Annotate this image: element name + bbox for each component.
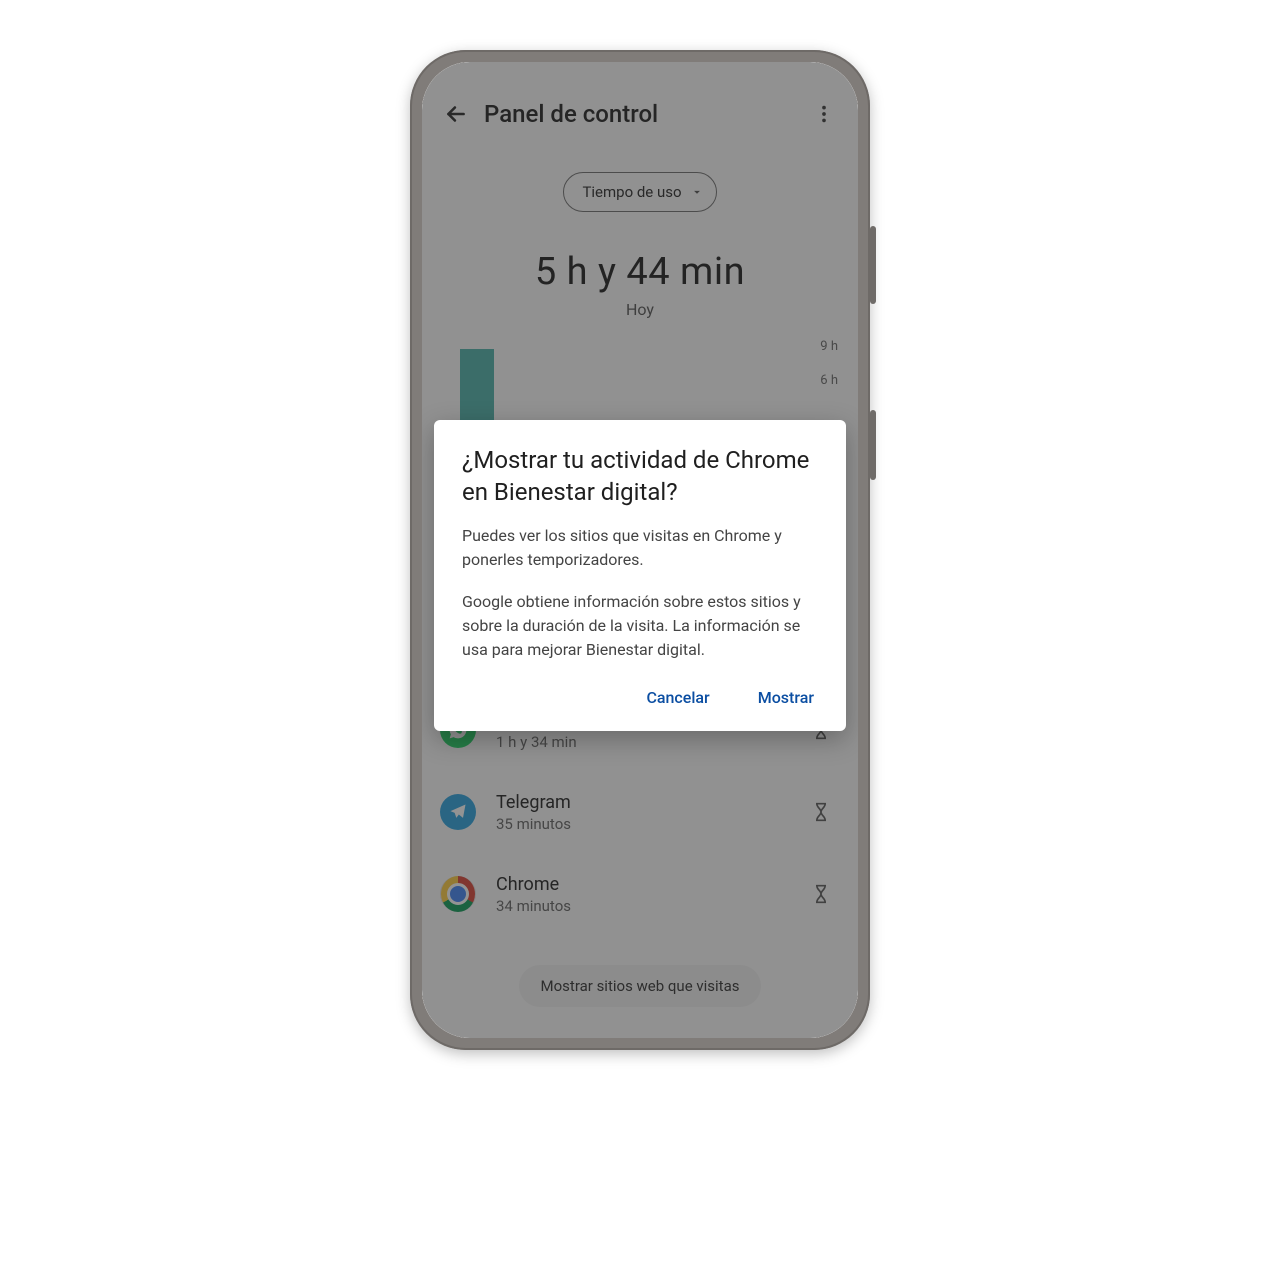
filter-chip-screen-time[interactable]: Tiempo de uso	[563, 172, 716, 212]
back-button[interactable]	[432, 90, 480, 138]
app-row-telegram[interactable]: Telegram 35 minutos	[422, 771, 858, 853]
bottom-chip-row: Mostrar sitios web que visitas	[422, 965, 858, 1007]
total-usage-time: 5 h y 44 min	[422, 250, 858, 294]
back-arrow-icon	[443, 101, 469, 127]
dialog-actions: Cancelar Mostrar	[462, 680, 818, 715]
chevron-down-icon	[690, 185, 704, 199]
chart-y-label: 9 h	[820, 339, 838, 354]
more-vert-icon	[813, 103, 835, 125]
telegram-icon	[440, 794, 476, 830]
cancel-button[interactable]: Cancelar	[642, 680, 713, 715]
confirm-button[interactable]: Mostrar	[754, 680, 818, 715]
app-bar: Panel de control	[422, 62, 858, 166]
confirm-dialog: ¿Mostrar tu actividad de Chrome en Biene…	[434, 420, 846, 731]
app-name: Chrome	[496, 874, 788, 895]
app-name: Telegram	[496, 792, 788, 813]
app-row-chrome[interactable]: Chrome 34 minutos	[422, 853, 858, 935]
dialog-body-paragraph: Google obtiene información sobre estos s…	[462, 590, 818, 662]
filter-chip-label: Tiempo de uso	[582, 183, 681, 201]
set-timer-button[interactable]	[808, 881, 834, 907]
chart-y-label: 6 h	[820, 373, 838, 388]
app-duration: 34 minutos	[496, 897, 788, 915]
dialog-title: ¿Mostrar tu actividad de Chrome en Biene…	[462, 444, 818, 508]
dialog-body: Puedes ver los sitios que visitas en Chr…	[462, 524, 818, 662]
phone-frame: Panel de control Tiempo de uso 5 h y 44 …	[410, 50, 870, 1050]
set-timer-button[interactable]	[808, 799, 834, 825]
app-duration: 35 minutos	[496, 815, 788, 833]
hourglass-icon	[811, 801, 831, 823]
show-websites-chip[interactable]: Mostrar sitios web que visitas	[519, 965, 762, 1007]
overflow-menu-button[interactable]	[800, 90, 848, 138]
filter-row: Tiempo de uso	[422, 166, 858, 222]
date-range-label: Hoy	[422, 300, 858, 319]
dialog-body-paragraph: Puedes ver los sitios que visitas en Chr…	[462, 524, 818, 572]
page-title: Panel de control	[480, 100, 800, 128]
hourglass-icon	[811, 883, 831, 905]
phone-screen: Panel de control Tiempo de uso 5 h y 44 …	[422, 62, 858, 1038]
app-duration: 1 h y 34 min	[496, 733, 788, 751]
chrome-icon	[440, 876, 476, 912]
show-websites-chip-label: Mostrar sitios web que visitas	[541, 977, 740, 995]
